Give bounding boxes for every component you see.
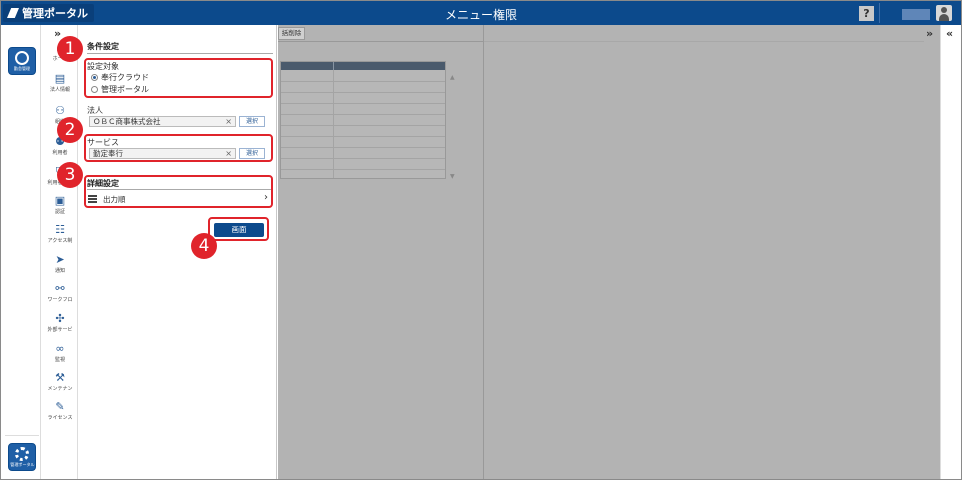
hammer-icon: ⚒ (55, 371, 65, 384)
menu-item-label: 通知 (54, 268, 65, 274)
callout-3: 3 (57, 162, 83, 188)
collapse-toggle[interactable]: « (946, 27, 953, 40)
permission-grid (280, 61, 446, 179)
table-row (281, 158, 445, 159)
table-row (281, 169, 445, 170)
detail-pane-divider (484, 41, 924, 42)
menu-item-monitoring[interactable]: ∞ 監視 (42, 342, 78, 371)
menu-item-external-services[interactable]: ✣ 外部サービ (42, 312, 78, 341)
conditions-heading: 条件設定 (87, 42, 119, 51)
app-tile-label: 管理ポータル (10, 463, 35, 468)
table-row (281, 92, 445, 93)
menu-item-corporation[interactable]: ▤ 法人情報 (42, 72, 78, 101)
menu-item-label: 認証 (54, 209, 65, 215)
menu-item-workflow[interactable]: ⚯ ワークフロ (42, 282, 78, 311)
pane-divider (483, 25, 484, 479)
callout-2: 2 (57, 117, 83, 143)
section-divider (87, 53, 273, 54)
callout-1: 1 (57, 36, 83, 62)
user-name-badge[interactable] (902, 9, 930, 20)
header-divider (879, 3, 880, 23)
admin-portal-app-tile[interactable]: 管理ポータル (8, 443, 36, 471)
org-chart-icon: ⚇ (55, 104, 65, 117)
scroll-down-icon: ▼ (450, 173, 455, 180)
table-row (281, 81, 445, 82)
rail-divider (5, 435, 39, 436)
attendance-app-tile[interactable]: 勤怠管理 (8, 47, 36, 75)
corporation-value: ＯＢＣ商事株式会社 (93, 117, 161, 126)
menu-rail: » ⌂ ホーム ▤ 法人情報 ⚇ 組織 ⚉ 利用者 ⛉ 利用者権限 ▣ 認証 ☷… (42, 25, 78, 479)
clock-icon (15, 51, 29, 65)
binoculars-icon: ∞ (55, 342, 65, 355)
menu-item-label: ライセンス (47, 415, 73, 421)
content-overlay: 括削除 ▲ ▼ » (278, 25, 940, 479)
gears-icon (15, 447, 29, 461)
highlight-details (84, 175, 273, 208)
app-header: 管理ポータル メニュー権限 ? (1, 1, 961, 25)
access-control-icon: ☷ (55, 223, 65, 236)
scroll-up-icon: ▲ (450, 74, 455, 81)
menu-item-label: 利用者 (52, 150, 68, 156)
highlight-service-field (84, 134, 273, 162)
app-tile-label: 勤怠管理 (13, 67, 31, 72)
grid-column-divider (333, 70, 334, 178)
table-row (281, 125, 445, 126)
clear-icon[interactable]: × (225, 117, 232, 126)
license-icon: ✎ (55, 400, 65, 413)
corporation-label: 法人 (87, 106, 103, 115)
table-row (281, 114, 445, 115)
menu-item-notifications[interactable]: ➤ 通知 (42, 253, 78, 282)
help-button[interactable]: ? (859, 6, 874, 21)
puzzle-icon: ✣ (55, 312, 65, 325)
menu-item-label: メンテナン (47, 386, 73, 392)
menu-expand-toggle[interactable]: » (54, 27, 61, 40)
table-row (281, 147, 445, 148)
app-switcher-rail: 勤怠管理 管理ポータル (1, 25, 41, 479)
highlight-target-options (84, 58, 273, 98)
menu-item-label: ワークフロ (47, 297, 73, 303)
id-card-icon: ▣ (54, 194, 66, 207)
toolbar-divider (278, 41, 483, 42)
menu-item-label: 外部サービ (47, 327, 73, 333)
bulk-delete-button: 括削除 (278, 27, 305, 40)
corporation-select-button[interactable]: 選択 (239, 116, 265, 127)
grid-header (281, 62, 445, 70)
paper-plane-icon: ➤ (55, 253, 65, 266)
menu-item-label: 法人情報 (49, 87, 70, 93)
user-avatar-icon[interactable] (936, 5, 952, 21)
menu-item-license[interactable]: ✎ ライセンス (42, 400, 78, 429)
table-row (281, 136, 445, 137)
table-row (281, 103, 445, 104)
page-title: メニュー権限 (444, 8, 517, 22)
menu-item-maintenance[interactable]: ⚒ メンテナン (42, 371, 78, 400)
workflow-icon: ⚯ (55, 282, 65, 295)
corporation-field[interactable]: ＯＢＣ商事株式会社 × (89, 116, 236, 127)
highlight-display-button (208, 217, 269, 241)
menu-item-label: 監視 (54, 357, 65, 363)
building-icon: ▤ (54, 72, 66, 85)
menu-item-access-control[interactable]: ☷ アクセス制 (42, 223, 78, 252)
callout-4: 4 (191, 233, 217, 259)
menu-item-authentication[interactable]: ▣ 認証 (42, 194, 78, 223)
right-collapse-rail: « (940, 25, 961, 479)
menu-item-label: アクセス制 (47, 238, 73, 244)
pane-expand-toggle: » (926, 27, 934, 40)
